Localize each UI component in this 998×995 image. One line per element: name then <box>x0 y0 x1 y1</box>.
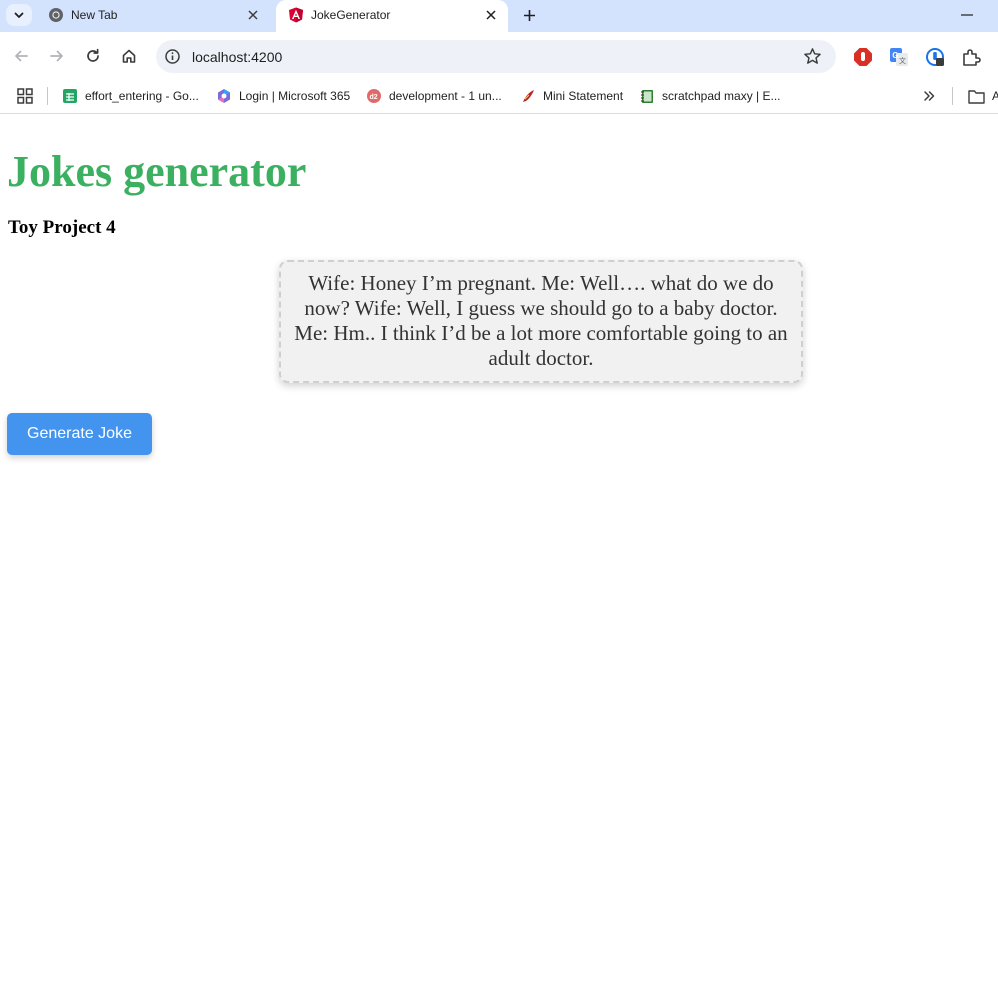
close-tab-icon[interactable] <box>482 6 500 24</box>
password-manager-extension-icon[interactable] <box>925 47 945 67</box>
bookmark-microsoft-365[interactable]: Login | Microsoft 365 <box>216 86 350 106</box>
bookmarks-divider <box>952 87 953 105</box>
adblock-extension-icon[interactable] <box>853 47 873 67</box>
generate-joke-button[interactable]: Generate Joke <box>7 413 152 455</box>
bookmark-development[interactable]: d2 development - 1 un... <box>366 86 502 106</box>
home-button[interactable] <box>117 44 141 68</box>
bookmark-scratchpad[interactable]: scratchpad maxy | E... <box>639 86 781 106</box>
browser-toolbar: localhost:4200 G 文 <box>0 32 998 80</box>
tab-title: New Tab <box>71 8 118 22</box>
bookmark-star-icon[interactable] <box>803 47 822 66</box>
bookmark-label: scratchpad maxy | E... <box>662 89 781 103</box>
bookmark-mini-statement[interactable]: Mini Statement <box>520 86 623 106</box>
reload-button[interactable] <box>81 44 105 68</box>
bookmark-label: Login | Microsoft 365 <box>239 89 351 103</box>
bookmark-folder[interactable]: A <box>968 86 998 106</box>
development-icon: d2 <box>367 89 381 103</box>
bookmarks-bar: effort_entering - Go... Login | Microsof… <box>0 80 998 114</box>
page-title: Jokes generator <box>7 147 307 196</box>
mini-statement-icon <box>523 90 534 102</box>
apps-grid-icon[interactable] <box>16 87 34 105</box>
arrow-left-icon <box>15 50 28 62</box>
microsoft-365-icon <box>218 89 230 103</box>
site-info-icon[interactable] <box>164 48 181 65</box>
svg-text:文: 文 <box>899 56 906 65</box>
bookmark-effort-entering[interactable]: effort_entering - Go... <box>62 86 199 106</box>
url-text: localhost:4200 <box>192 49 283 65</box>
tab-search-button[interactable] <box>6 4 32 26</box>
minimize-window-button[interactable] <box>955 5 979 25</box>
tab-title: JokeGenerator <box>311 8 391 22</box>
double-chevron-right-icon <box>924 91 935 101</box>
tab-new-tab[interactable]: New Tab <box>36 0 270 32</box>
home-icon <box>122 49 136 63</box>
notebook-icon <box>641 90 653 103</box>
joke-card: Wife: Honey I’m pregnant. Me: Well…. wha… <box>279 260 803 383</box>
svg-text:d2: d2 <box>370 94 378 101</box>
chevron-down-icon <box>14 12 24 18</box>
bookmarks-overflow-button[interactable] <box>920 86 938 106</box>
extensions-puzzle-icon[interactable] <box>961 47 981 67</box>
joke-text: Wife: Honey I’m pregnant. Me: Well…. wha… <box>294 271 788 370</box>
tab-strip: New Tab JokeGenerator <box>0 0 998 32</box>
bookmark-folder-label: A <box>992 89 998 103</box>
forward-button[interactable] <box>45 44 69 68</box>
bookmarks-divider <box>47 87 48 105</box>
arrow-right-icon <box>50 50 63 62</box>
svg-text:G: G <box>892 51 898 60</box>
google-sheets-icon <box>63 89 77 103</box>
address-bar[interactable]: localhost:4200 <box>156 40 836 73</box>
page-content: Jokes generator Toy Project 4 Wife: Hone… <box>0 115 998 995</box>
tab-jokegenerator[interactable]: JokeGenerator <box>276 0 508 32</box>
bookmark-label: development - 1 un... <box>389 89 502 103</box>
google-translate-extension-icon[interactable]: G 文 <box>889 47 909 67</box>
bookmark-label: effort_entering - Go... <box>85 89 199 103</box>
folder-icon <box>968 89 985 104</box>
page-subtitle: Toy Project 4 <box>8 217 116 238</box>
chrome-icon <box>49 8 63 22</box>
close-tab-icon[interactable] <box>244 6 262 24</box>
bookmark-label: Mini Statement <box>543 89 624 103</box>
minimize-icon <box>961 14 973 16</box>
back-button[interactable] <box>9 44 33 68</box>
plus-icon <box>523 9 535 21</box>
reload-icon <box>87 48 99 62</box>
angular-icon <box>289 7 303 23</box>
new-tab-button[interactable] <box>518 4 540 26</box>
